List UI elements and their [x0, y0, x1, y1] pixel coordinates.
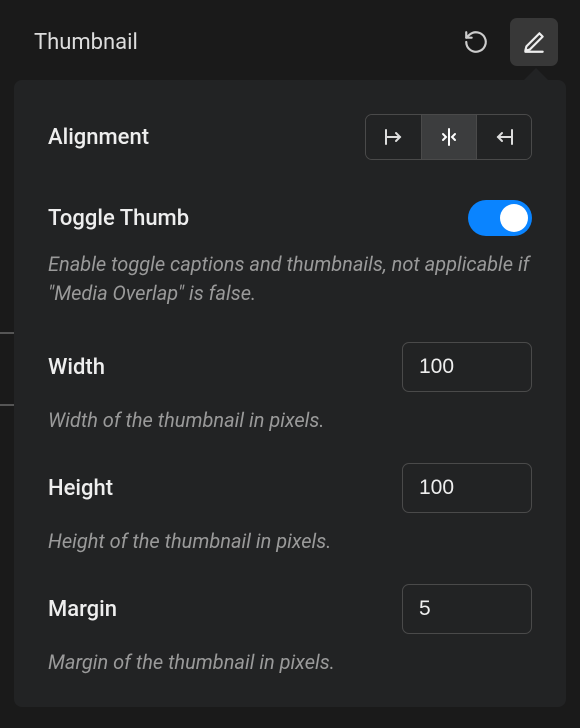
settings-panel: Alignment: [14, 80, 566, 707]
align-right-icon: [492, 127, 516, 147]
margin-section: Margin Margin of the thumbnail in pixels…: [48, 584, 532, 677]
width-helper: Width of the thumbnail in pixels.: [48, 406, 532, 435]
toggle-thumb-label: Toggle Thumb: [48, 206, 189, 231]
alignment-row: Alignment: [48, 114, 532, 160]
height-section: Height Height of the thumbnail in pixels…: [48, 463, 532, 556]
reset-button[interactable]: [452, 18, 500, 66]
pencil-icon: [521, 29, 547, 55]
margin-row: Margin: [48, 584, 532, 634]
margin-label: Margin: [48, 597, 117, 622]
alignment-segmented: [365, 114, 532, 160]
margin-input[interactable]: [402, 584, 532, 634]
width-section: Width Width of the thumbnail in pixels.: [48, 342, 532, 435]
height-input[interactable]: [402, 463, 532, 513]
header-actions: [452, 18, 558, 66]
panel-header: Thumbnail: [0, 0, 580, 80]
align-center-button[interactable]: [421, 115, 476, 159]
align-center-icon: [437, 127, 461, 147]
panel-title: Thumbnail: [34, 30, 138, 55]
width-label: Width: [48, 355, 105, 380]
toggle-thumb-switch[interactable]: [468, 200, 532, 236]
alignment-label: Alignment: [48, 125, 149, 150]
toggle-knob: [500, 204, 528, 232]
width-input[interactable]: [402, 342, 532, 392]
margin-helper: Margin of the thumbnail in pixels.: [48, 648, 532, 677]
width-row: Width: [48, 342, 532, 392]
edit-button[interactable]: [510, 18, 558, 66]
height-label: Height: [48, 476, 113, 501]
height-row: Height: [48, 463, 532, 513]
toggle-thumb-row: Toggle Thumb: [48, 200, 532, 236]
align-right-button[interactable]: [476, 115, 531, 159]
reset-icon: [463, 29, 489, 55]
height-helper: Height of the thumbnail in pixels.: [48, 527, 532, 556]
toggle-thumb-helper: Enable toggle captions and thumbnails, n…: [48, 250, 532, 308]
align-left-icon: [382, 127, 406, 147]
align-left-button[interactable]: [366, 115, 421, 159]
